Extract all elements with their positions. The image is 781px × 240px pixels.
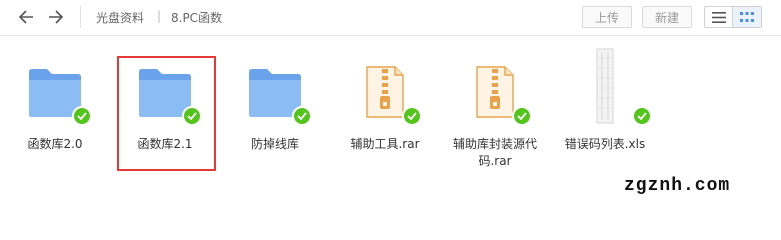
spreadsheet-thumbnail-icon [596, 48, 614, 124]
file-item-spreadsheet[interactable]: 错误码列表.xls [550, 48, 660, 158]
spreadsheet-icon-wrap [590, 48, 620, 124]
breadcrumb-separator: | [157, 9, 162, 23]
toolbar-divider [80, 6, 81, 28]
toolbar: 光盘资料 | 8.PC函数 上传 新建 [0, 0, 781, 36]
arrow-left-icon [18, 10, 33, 24]
file-item-archive[interactable]: 辅助库封装源代码.rar [440, 64, 550, 174]
new-button[interactable]: 新建 [642, 6, 692, 28]
synced-check-icon [632, 106, 652, 126]
synced-check-icon [72, 106, 92, 126]
synced-check-icon [402, 106, 422, 126]
file-name: 辅助库封装源代码.rar [452, 137, 537, 168]
forward-button[interactable] [44, 6, 68, 28]
view-toggle [704, 6, 762, 28]
grid-view-icon [740, 12, 754, 22]
breadcrumb-item[interactable]: 光盘资料 [96, 9, 144, 26]
grid-view-button[interactable] [733, 7, 761, 27]
file-item-folder[interactable]: 函数库2.0 [0, 64, 110, 174]
arrow-right-icon [49, 10, 64, 24]
file-item-folder[interactable]: 函数库2.1 [110, 64, 220, 174]
upload-button[interactable]: 上传 [582, 6, 632, 28]
breadcrumb-current[interactable]: 8.PC函数 [171, 9, 222, 26]
file-name: 函数库2.1 [137, 137, 193, 151]
file-name: 防掉线库 [250, 137, 299, 151]
list-view-icon [711, 11, 726, 23]
back-button[interactable] [14, 6, 38, 28]
synced-check-icon [512, 106, 532, 126]
list-view-button[interactable] [705, 7, 733, 27]
file-name: 辅助工具.rar [350, 137, 420, 151]
watermark: zgznh.com [624, 176, 731, 196]
synced-check-icon [182, 106, 202, 126]
file-item-folder[interactable]: 防掉线库 [220, 64, 330, 174]
file-item-archive[interactable]: 辅助工具.rar [330, 64, 440, 174]
file-name: 错误码列表.xls [564, 137, 646, 151]
synced-check-icon [292, 106, 312, 126]
file-name: 函数库2.0 [27, 137, 83, 151]
